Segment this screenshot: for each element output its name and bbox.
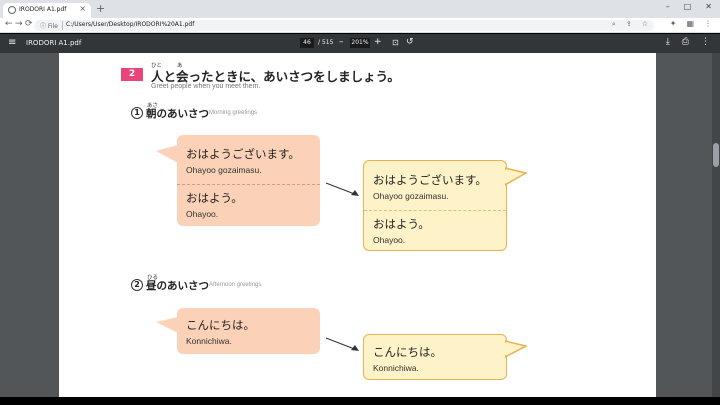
subsection-number-1: 1 [131, 107, 143, 119]
right-bubble-1: おはようございます。 Ohayoo gozaimasu. おはよう。 Ohayo… [363, 160, 507, 251]
print-icon[interactable]: ⎙ [682, 37, 689, 47]
reload-button[interactable]: ⟳ [25, 19, 33, 29]
left-bubble-1-tail [156, 145, 178, 163]
pdf-scrollbar[interactable] [712, 53, 720, 397]
extension-icon[interactable]: ✦ [670, 19, 677, 28]
file-info-label[interactable]: ⓘ File [40, 21, 58, 30]
left-bubble-1-ro-1: Ohayoo gozaimasu. [186, 165, 262, 175]
right-bubble-1-ro-1: Ohayoo gozaimasu. [373, 191, 449, 201]
zoom-out-button[interactable]: – [339, 37, 344, 47]
fit-page-icon[interactable]: ⊡ [392, 38, 399, 47]
more-actions-icon[interactable]: ⋮ [701, 37, 710, 47]
side-panel-icon[interactable]: ▦ [686, 19, 694, 28]
left-bubble-1: おはようございます。 Ohayoo gozaimasu. おはよう。 Ohayo… [177, 135, 320, 226]
minimize-button[interactable]: – [666, 2, 670, 11]
page-number-input[interactable]: 46 [300, 38, 314, 48]
left-bubble-1-divider [177, 184, 320, 185]
left-bubble-1-ro-2: Ohayoo. [186, 209, 219, 219]
star-icon[interactable]: ☆ [642, 20, 648, 29]
forward-button[interactable]: → [15, 19, 23, 29]
subsection-1-english: Morning greetings [209, 110, 258, 116]
browser-toolbar: ← → ⟳ ⓘ File C:/Users/User/Desktop/IRODO… [0, 18, 720, 33]
subsection-2-title: 昼のあいさつ [146, 280, 209, 292]
page-total: / 515 [318, 39, 334, 46]
rotate-icon[interactable]: ↺ [406, 37, 414, 47]
right-bubble-2-tail [505, 340, 527, 358]
taskbar-strip [0, 397, 720, 405]
right-bubble-2-jp-1: こんにちは。 [373, 345, 442, 359]
browser-tab[interactable]: IRODORI A1.pdf × [3, 3, 91, 18]
left-bubble-2: こんにちは。 Konnichiwa. [177, 308, 320, 354]
arrow-2-icon [325, 337, 359, 351]
subsection-2-english: Afternoon greetings [209, 282, 262, 288]
page-subtitle: Greet people when you meet them. [151, 83, 261, 90]
right-bubble-1-jp-1: おはようございます。 [373, 173, 487, 187]
pdf-actions: ⤓ ⎙ ⋮ [666, 37, 710, 47]
left-bubble-1-jp-1: おはようございます。 [186, 147, 300, 161]
section-number-badge: 2 [121, 68, 143, 81]
subsection-1-title: 朝のあいさつ [146, 108, 209, 120]
zoom-input[interactable]: 201% [350, 38, 370, 48]
right-bubble-1-jp-2: おはよう。 [373, 217, 430, 231]
pdf-toolbar: ≡ IRODORI A1.pdf 46 / 515 – 201% + ⊡ ↺ ⤓… [0, 34, 720, 53]
left-bubble-1-jp-2: おはよう。 [186, 191, 243, 205]
address-bar[interactable]: ⓘ File C:/Users/User/Desktop/IRODORI%20A… [34, 20, 654, 31]
zoom-in-button[interactable]: + [374, 37, 382, 47]
left-bubble-2-ro-1: Konnichiwa. [186, 336, 232, 346]
arrow-1-icon [325, 182, 359, 196]
close-window-button[interactable]: ✕ [705, 2, 712, 11]
extension-icons: ✦ ▦ ⋮ [670, 19, 712, 28]
close-tab-icon[interactable]: × [79, 4, 86, 13]
url-text[interactable]: C:/Users/User/Desktop/IRODORI%20A1.pdf [66, 21, 194, 28]
pdf-viewport[interactable]: 2 ひと あ 人と会ったときに、あいさつをしましょう。 Greet people… [0, 53, 720, 397]
tab-strip: IRODORI A1.pdf × + – □ ✕ [0, 0, 720, 18]
address-bar-icons: ⌕ ⇪ ☆ [612, 20, 648, 29]
pdf-menu-icon[interactable]: ≡ [8, 37, 16, 48]
pdf-page: 2 ひと あ 人と会ったときに、あいさつをしましょう。 Greet people… [59, 53, 656, 397]
share-icon[interactable]: ⇪ [626, 20, 632, 29]
window-controls: – □ ✕ [666, 2, 712, 11]
right-bubble-2-ro-1: Konnichiwa. [373, 363, 419, 373]
address-separator [62, 21, 63, 30]
subsection-number-2: 2 [131, 279, 143, 291]
maximize-button[interactable]: □ [684, 2, 692, 11]
left-bubble-2-tail [156, 317, 178, 333]
download-icon[interactable]: ⤓ [666, 37, 670, 47]
left-bubble-2-jp-1: こんにちは。 [186, 318, 255, 332]
scrollbar-thumb[interactable] [713, 143, 719, 167]
new-tab-button[interactable]: + [96, 2, 105, 15]
right-bubble-1-divider [364, 210, 506, 211]
back-button[interactable]: ← [5, 19, 13, 29]
pdf-title: IRODORI A1.pdf [26, 39, 82, 47]
tab-title: IRODORI A1.pdf [19, 6, 67, 13]
browser-menu-icon[interactable]: ⋮ [704, 19, 712, 28]
globe-icon [8, 6, 16, 14]
right-bubble-1-ro-2: Ohayoo. [373, 235, 406, 245]
right-bubble-2: こんにちは。 Konnichiwa. [363, 334, 507, 380]
zoom-icon[interactable]: ⌕ [612, 20, 616, 29]
right-bubble-1-tail [505, 167, 527, 186]
